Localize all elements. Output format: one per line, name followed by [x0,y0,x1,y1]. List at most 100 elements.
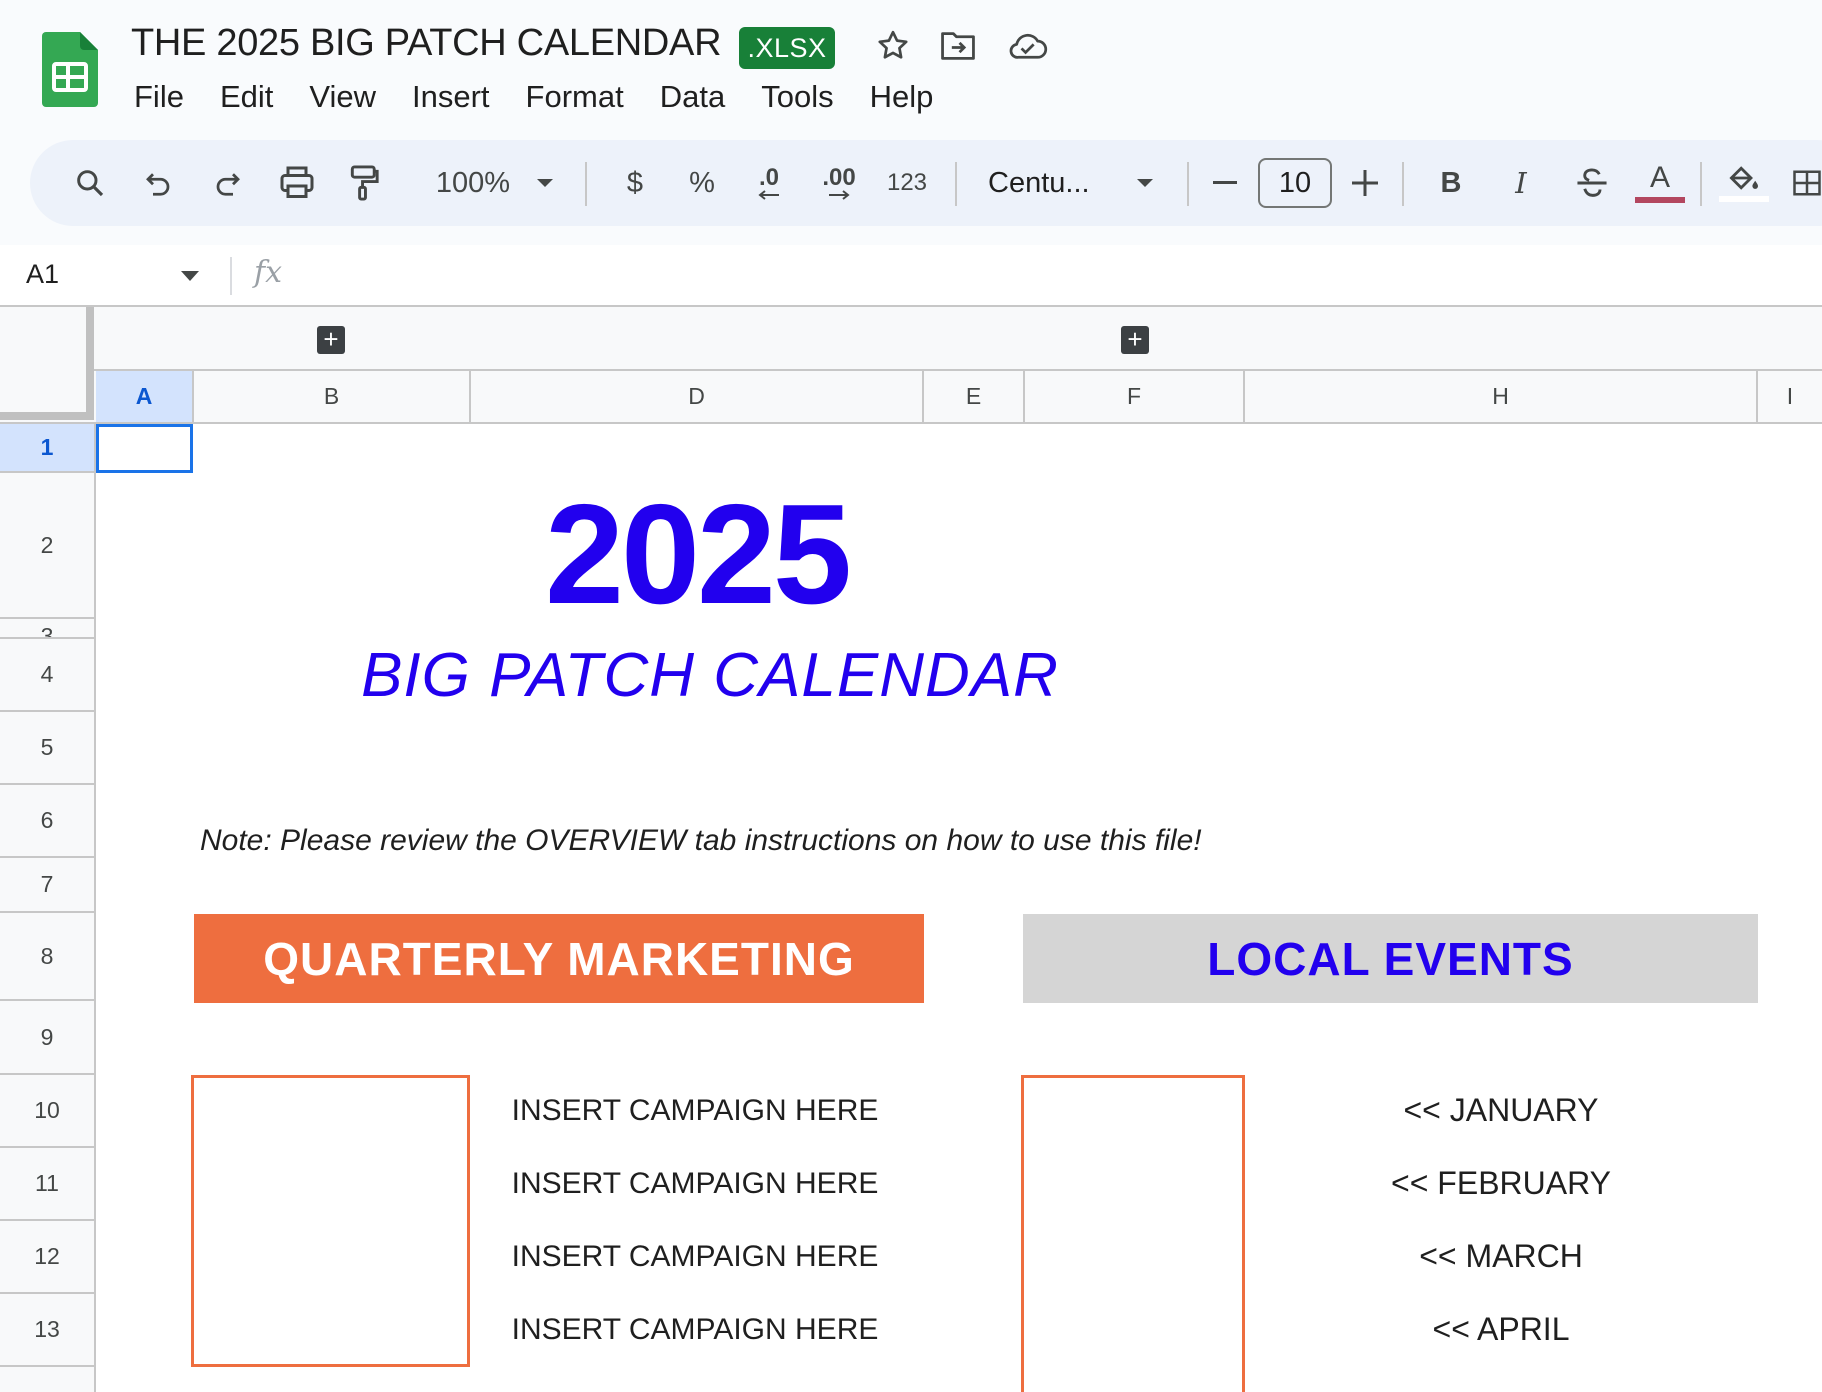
instructions-note[interactable]: Note: Please review the OVERVIEW tab ins… [200,824,1202,858]
cloud-saved-icon[interactable] [1006,24,1050,68]
row-header-9[interactable]: 9 [0,1001,94,1075]
row-header-2[interactable]: 2 [0,473,94,619]
decrease-font-size-icon[interactable] [1208,156,1242,210]
currency-format-button[interactable]: $ [618,156,652,210]
column-header-e[interactable]: E [924,371,1025,422]
font-dropdown-icon[interactable] [1130,156,1160,210]
column-header-row: A B D E F H I [0,371,1822,424]
menu-edit[interactable]: Edit [202,76,291,118]
row-header-7[interactable]: 7 [0,858,94,913]
decrease-decimal-button[interactable]: .0 [744,156,794,210]
fill-color-swatch [1719,196,1769,202]
expand-group-button[interactable]: + [1121,326,1149,354]
menu-file[interactable]: File [116,76,202,118]
star-icon[interactable] [871,24,915,68]
toolbar-divider [585,162,587,206]
row-header-1[interactable]: 1 [0,424,94,473]
font-family-select[interactable]: Centu... [988,156,1108,210]
bold-button[interactable]: B [1432,156,1470,210]
row-header-column: 1 2 3 4 5 6 7 8 9 10 11 12 13 [0,424,96,1392]
month-label-march[interactable]: << MARCH [1244,1238,1758,1275]
local-events-header[interactable]: LOCAL EVENTS [1023,914,1758,1003]
column-group-row: + + [0,307,1822,371]
campaign-cell[interactable]: INSERT CAMPAIGN HERE [470,1240,920,1274]
row-header-11[interactable]: 11 [0,1148,94,1221]
file-type-badge: .XLSX [739,27,835,69]
strikethrough-icon[interactable] [1570,156,1614,210]
arrow-left-icon [758,190,779,200]
row-header-6[interactable]: 6 [0,785,94,858]
row-header-10[interactable]: 10 [0,1075,94,1148]
toolbar-divider [955,162,957,206]
menu-bar: File Edit View Insert Format Data Tools … [116,76,951,118]
redo-icon[interactable] [206,156,250,210]
decrease-decimal-label: .0 [758,164,779,191]
percent-format-button[interactable]: % [684,156,720,210]
paint-bucket-icon [1729,166,1758,190]
text-color-letter: A [1649,161,1670,194]
formula-input[interactable] [310,253,1790,297]
campaign-cell[interactable]: INSERT CAMPAIGN HERE [470,1167,920,1201]
formula-bar: A1 fx [0,245,1822,307]
document-title[interactable]: THE 2025 BIG PATCH CALENDAR [131,22,722,65]
column-header-d[interactable]: D [471,371,924,422]
selected-cell-a1[interactable] [96,424,193,473]
row-header-3[interactable]: 3 [0,619,94,639]
calendar-subtitle[interactable]: BIG PATCH CALENDAR [360,640,1060,711]
select-all-corner[interactable] [0,307,94,420]
column-header-i[interactable]: I [1758,371,1822,422]
app-header: THE 2025 BIG PATCH CALENDAR .XLSX File E… [0,0,1822,245]
text-color-button[interactable]: A [1634,156,1686,210]
toolbar-divider [1402,162,1404,206]
row-header-5[interactable]: 5 [0,712,94,785]
menu-data[interactable]: Data [642,76,743,118]
campaign-cell[interactable]: INSERT CAMPAIGN HERE [470,1313,920,1347]
column-header-h[interactable]: H [1245,371,1758,422]
undo-icon[interactable] [136,156,180,210]
calendar-year[interactable]: 2025 [467,480,927,630]
search-icon[interactable] [68,156,112,210]
column-header-f[interactable]: F [1025,371,1245,422]
name-box-dropdown-icon[interactable] [180,269,200,287]
paint-format-icon[interactable] [342,156,386,210]
name-box[interactable]: A1 [26,259,59,290]
menu-tools[interactable]: Tools [743,76,851,118]
row-header-12[interactable]: 12 [0,1221,94,1294]
increase-decimal-label: .00 [822,164,856,191]
fx-icon: fx [254,255,283,290]
quarterly-marketing-header[interactable]: QUARTERLY MARKETING [194,914,924,1003]
number-format-button[interactable]: 123 [882,156,932,210]
menu-insert[interactable]: Insert [394,76,508,118]
month-label-january[interactable]: << JANUARY [1244,1092,1758,1129]
formula-divider [230,257,232,295]
menu-view[interactable]: View [291,76,394,118]
text-color-swatch [1635,197,1685,203]
italic-button[interactable]: I [1502,156,1540,210]
menu-help[interactable]: Help [852,76,952,118]
campaign-cell[interactable]: INSERT CAMPAIGN HERE [470,1094,920,1128]
fill-color-button[interactable] [1718,156,1770,210]
increase-font-size-icon[interactable] [1348,156,1382,210]
month-label-april[interactable]: << APRIL [1244,1311,1758,1348]
row-header-8[interactable]: 8 [0,913,94,1001]
sheets-logo-icon[interactable] [42,32,98,107]
print-icon[interactable] [274,156,320,210]
increase-decimal-button[interactable]: .00 [814,156,864,210]
menu-format[interactable]: Format [508,76,642,118]
toolbar-divider [1187,162,1189,206]
expand-group-button[interactable]: + [317,326,345,354]
column-header-a[interactable]: A [96,371,194,422]
borders-icon[interactable] [1792,156,1822,210]
zoom-dropdown-icon[interactable] [530,156,560,210]
zoom-select[interactable]: 100% [428,156,518,210]
row-header-13[interactable]: 13 [0,1294,94,1367]
events-patch-box[interactable] [1021,1075,1245,1392]
font-size-input[interactable]: 10 [1258,158,1332,208]
month-label-february[interactable]: << FEBRUARY [1244,1165,1758,1202]
row-header-4[interactable]: 4 [0,639,94,712]
marketing-patch-box[interactable] [191,1075,470,1367]
column-header-b[interactable]: B [194,371,471,422]
arrow-right-icon [829,190,850,200]
move-folder-icon[interactable] [936,24,980,68]
toolbar: 100% $ % .0 .00 123 Centu... 10 B I A [30,140,1822,226]
